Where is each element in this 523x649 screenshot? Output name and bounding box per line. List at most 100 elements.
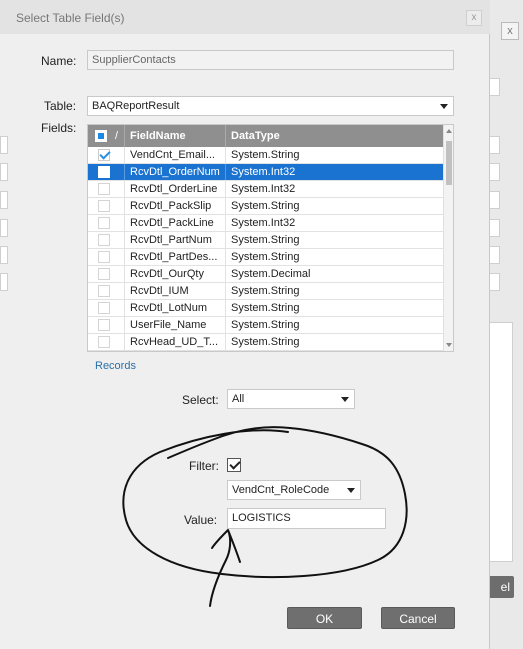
background-field <box>0 191 8 209</box>
column-header-fieldname[interactable]: FieldName <box>124 125 225 147</box>
row-checkbox[interactable] <box>98 217 110 229</box>
row-checkbox[interactable] <box>98 319 110 331</box>
name-field: SupplierContacts <box>87 50 454 70</box>
background-field <box>0 246 8 264</box>
row-select-cell[interactable] <box>88 147 124 163</box>
select-table-fields-dialog: Select Table Field(s) x Name: SupplierCo… <box>0 0 490 649</box>
grid-scrollbar[interactable] <box>443 125 453 351</box>
row-select-cell[interactable] <box>88 215 124 231</box>
fieldname-cell: RcvDtl_PartNum <box>124 232 225 248</box>
row-checkbox[interactable] <box>98 302 110 314</box>
datatype-cell: System.Int32 <box>225 181 443 197</box>
fieldname-cell: RcvDtl_LotNum <box>124 300 225 316</box>
select-all-column[interactable]: / <box>88 125 124 147</box>
cancel-button[interactable]: Cancel <box>381 607 455 629</box>
scrollbar-thumb[interactable] <box>446 141 452 185</box>
background-field <box>0 273 8 291</box>
fields-grid[interactable]: / FieldName DataType VendCnt_Email... Sys… <box>87 124 454 352</box>
datatype-cell: System.Decimal <box>225 266 443 282</box>
chevron-down-icon[interactable] <box>347 488 355 493</box>
row-select-cell[interactable] <box>88 198 124 214</box>
table-row[interactable]: RcvDtl_PackSlip System.String <box>88 198 443 215</box>
fieldname-cell: RcvHead_UD_T... <box>124 334 225 350</box>
fieldname-cell: RcvDtl_IUM <box>124 283 225 299</box>
row-select-cell[interactable] <box>88 232 124 248</box>
table-row[interactable]: RcvDtl_PackLine System.Int32 <box>88 215 443 232</box>
chevron-down-icon[interactable] <box>341 397 349 402</box>
datatype-cell: System.Int32 <box>225 164 443 180</box>
row-checkbox[interactable] <box>98 166 110 178</box>
filter-field-value: VendCnt_RoleCode <box>232 484 330 496</box>
select-dropdown[interactable]: All <box>227 389 355 409</box>
table-row[interactable]: RcvDtl_OrderNum System.Int32 <box>88 164 443 181</box>
select-all-checkbox[interactable] <box>95 130 107 142</box>
table-row[interactable]: RcvDtl_OrderLine System.Int32 <box>88 181 443 198</box>
column-header-datatype[interactable]: DataType <box>225 125 443 147</box>
background-field <box>0 163 8 181</box>
row-checkbox[interactable] <box>98 183 110 195</box>
records-link[interactable]: Records <box>95 360 136 372</box>
fieldname-cell: RcvDtl_OrderLine <box>124 181 225 197</box>
table-row[interactable]: VendCnt_Email... System.String <box>88 147 443 164</box>
datatype-cell: System.String <box>225 249 443 265</box>
table-row[interactable]: RcvDtl_LotNum System.String <box>88 300 443 317</box>
close-icon[interactable]: x <box>466 10 482 26</box>
datatype-cell: System.Int32 <box>225 215 443 231</box>
grid-header: / FieldName DataType <box>88 125 443 147</box>
row-select-cell[interactable] <box>88 334 124 350</box>
row-select-cell[interactable] <box>88 249 124 265</box>
fieldname-cell: RcvDtl_PackLine <box>124 215 225 231</box>
row-checkbox[interactable] <box>98 149 110 161</box>
table-select-value: BAQReportResult <box>92 100 180 112</box>
column-separator-glyph: / <box>115 130 119 142</box>
fieldname-cell: RcvDtl_PartDes... <box>124 249 225 265</box>
value-label: Value: <box>184 513 218 527</box>
select-dropdown-value: All <box>232 393 245 405</box>
filter-label: Filter: <box>189 459 219 473</box>
row-select-cell[interactable] <box>88 317 124 333</box>
fieldname-cell: VendCnt_Email... <box>124 147 225 163</box>
datatype-cell: System.String <box>225 334 443 350</box>
datatype-cell: System.String <box>225 232 443 248</box>
value-input[interactable]: LOGISTICS <box>227 508 386 529</box>
row-select-cell[interactable] <box>88 164 124 180</box>
filter-checkbox[interactable] <box>227 458 241 472</box>
grid-rows: VendCnt_Email... System.String RcvDtl_Orde… <box>88 147 443 351</box>
row-checkbox[interactable] <box>98 200 110 212</box>
datatype-cell: System.String <box>225 300 443 316</box>
select-label: Select: <box>182 393 219 407</box>
datatype-cell: System.String <box>225 317 443 333</box>
chevron-down-icon[interactable] <box>440 104 448 109</box>
row-checkbox[interactable] <box>98 336 110 348</box>
table-row[interactable]: RcvHead_UD_T... System.String <box>88 334 443 351</box>
fields-label: Fields: <box>41 121 77 135</box>
background-close-icon[interactable]: x <box>501 22 519 40</box>
background-field <box>0 219 8 237</box>
fieldname-cell: RcvDtl_PackSlip <box>124 198 225 214</box>
fieldname-cell: RcvDtl_OurQty <box>124 266 225 282</box>
table-row[interactable]: UserFile_Name System.String <box>88 317 443 334</box>
row-select-cell[interactable] <box>88 300 124 316</box>
scroll-down-icon[interactable] <box>446 343 452 347</box>
table-select[interactable]: BAQReportResult <box>87 96 454 116</box>
row-select-cell[interactable] <box>88 181 124 197</box>
table-row[interactable]: RcvDtl_PartDes... System.String <box>88 249 443 266</box>
row-checkbox[interactable] <box>98 268 110 280</box>
row-checkbox[interactable] <box>98 234 110 246</box>
name-label: Name: <box>41 54 77 68</box>
dialog-title: Select Table Field(s) <box>16 11 125 25</box>
row-select-cell[interactable] <box>88 266 124 282</box>
ok-button[interactable]: OK <box>287 607 362 629</box>
row-select-cell[interactable] <box>88 283 124 299</box>
filter-field-dropdown[interactable]: VendCnt_RoleCode <box>227 480 361 500</box>
scroll-up-icon[interactable] <box>446 129 452 133</box>
datatype-cell: System.String <box>225 283 443 299</box>
table-row[interactable]: RcvDtl_OurQty System.Decimal <box>88 266 443 283</box>
table-row[interactable]: RcvDtl_IUM System.String <box>88 283 443 300</box>
fieldname-cell: UserFile_Name <box>124 317 225 333</box>
datatype-cell: System.String <box>225 147 443 163</box>
row-checkbox[interactable] <box>98 251 110 263</box>
table-row[interactable]: RcvDtl_PartNum System.String <box>88 232 443 249</box>
row-checkbox[interactable] <box>98 285 110 297</box>
datatype-cell: System.String <box>225 198 443 214</box>
